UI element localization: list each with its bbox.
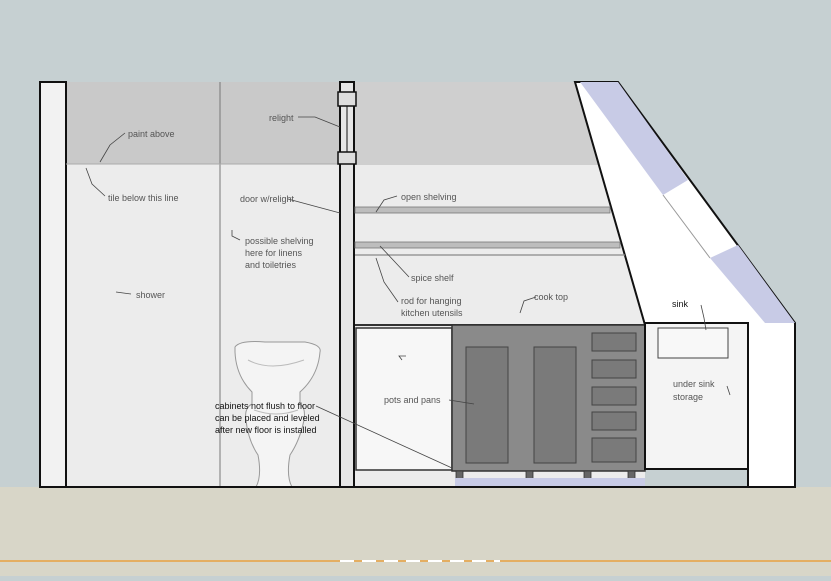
drawer-5	[591, 437, 637, 463]
label-shelving-line1: possible shelving	[245, 236, 314, 246]
drawer-4	[591, 411, 637, 431]
floor-gap	[455, 478, 645, 487]
drawer-1	[591, 332, 637, 352]
shower-wall-pillar	[39, 81, 67, 488]
label-pots-pans: pots and pans	[384, 395, 441, 405]
label-cabinet-note-line1: cabinets not flush to floor	[215, 401, 315, 411]
label-cabinet-note-line3: after new floor is installed	[215, 425, 317, 435]
paint-band	[66, 82, 340, 164]
open-shelf	[354, 206, 611, 214]
spice-shelf	[354, 241, 621, 249]
label-door-relight: door w/relight	[240, 194, 295, 204]
drawer-3	[591, 386, 637, 406]
relight-hinge-bottom	[337, 151, 357, 165]
ground-plane	[0, 487, 831, 576]
elevation-diagram: paint above tile below this line shower …	[0, 0, 831, 576]
label-sink: sink	[672, 299, 689, 309]
label-tile-below: tile below this line	[108, 193, 179, 203]
drawer-2	[591, 359, 637, 379]
label-rod-line1: rod for hanging	[401, 296, 462, 306]
cabinet-door-right	[533, 346, 577, 464]
label-spice-shelf: spice shelf	[411, 273, 454, 283]
label-open-shelving: open shelving	[401, 192, 457, 202]
sink-basin	[657, 327, 729, 359]
label-under-sink-line1: under sink	[673, 379, 715, 389]
ceiling-band-right	[355, 82, 605, 165]
label-under-sink-line2: storage	[673, 392, 703, 402]
label-cabinet-note-line2: can be placed and leveled	[215, 413, 320, 423]
cabinet-door-left	[465, 346, 509, 464]
label-relight: relight	[269, 113, 294, 123]
label-shelving-line3: and toiletries	[245, 260, 297, 270]
label-rod-line2: kitchen utensils	[401, 308, 463, 318]
label-paint-above: paint above	[128, 129, 175, 139]
section-drawing: paint above tile below this line shower …	[0, 0, 831, 576]
label-shower: shower	[136, 290, 165, 300]
label-shelving-line2: here for linens	[245, 248, 303, 258]
label-cook-top: cook top	[534, 292, 568, 302]
relight-hinge-top	[337, 91, 357, 107]
